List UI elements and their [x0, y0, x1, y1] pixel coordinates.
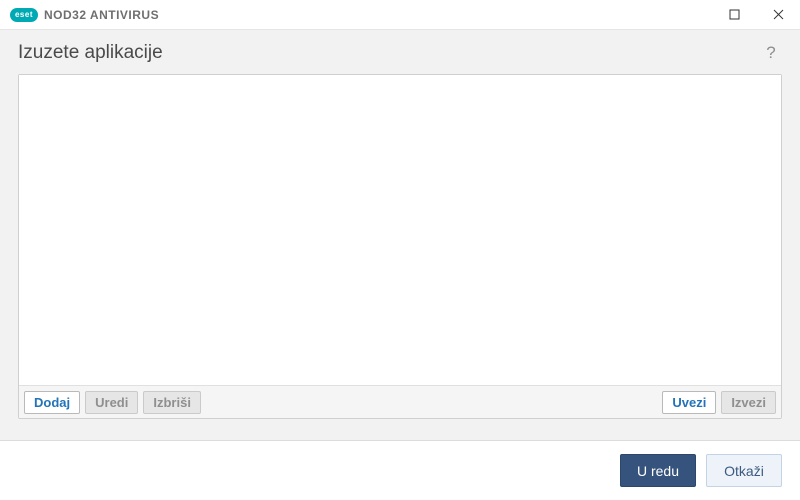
panel-toolbar: Dodaj Uredi Izbriši Uvezi Izvezi: [19, 385, 781, 418]
excluded-apps-panel: Dodaj Uredi Izbriši Uvezi Izvezi: [18, 74, 782, 419]
close-icon: [773, 9, 784, 20]
brand: eset NOD32 ANTIVIRUS: [10, 8, 159, 22]
close-button[interactable]: [756, 0, 800, 30]
help-button[interactable]: ?: [760, 42, 782, 64]
maximize-button[interactable]: [712, 0, 756, 30]
titlebar: eset NOD32 ANTIVIRUS: [0, 0, 800, 30]
maximize-icon: [729, 9, 740, 20]
import-button[interactable]: Uvezi: [662, 391, 716, 414]
add-button[interactable]: Dodaj: [24, 391, 80, 414]
footer: U redu Otkaži: [0, 440, 800, 500]
help-icon: ?: [766, 43, 775, 63]
window-controls: [712, 0, 800, 30]
panel-wrap: Dodaj Uredi Izbriši Uvezi Izvezi: [0, 74, 800, 419]
brand-logo-icon: eset: [10, 8, 38, 22]
delete-button[interactable]: Izbriši: [143, 391, 201, 414]
excluded-apps-list[interactable]: [19, 75, 781, 385]
ok-button[interactable]: U redu: [620, 454, 696, 487]
product-name: NOD32 ANTIVIRUS: [44, 8, 159, 22]
subheader: Izuzete aplikacije ?: [0, 30, 800, 74]
export-button[interactable]: Izvezi: [721, 391, 776, 414]
edit-button[interactable]: Uredi: [85, 391, 138, 414]
page-title: Izuzete aplikacije: [18, 42, 163, 64]
cancel-button[interactable]: Otkaži: [706, 454, 782, 487]
